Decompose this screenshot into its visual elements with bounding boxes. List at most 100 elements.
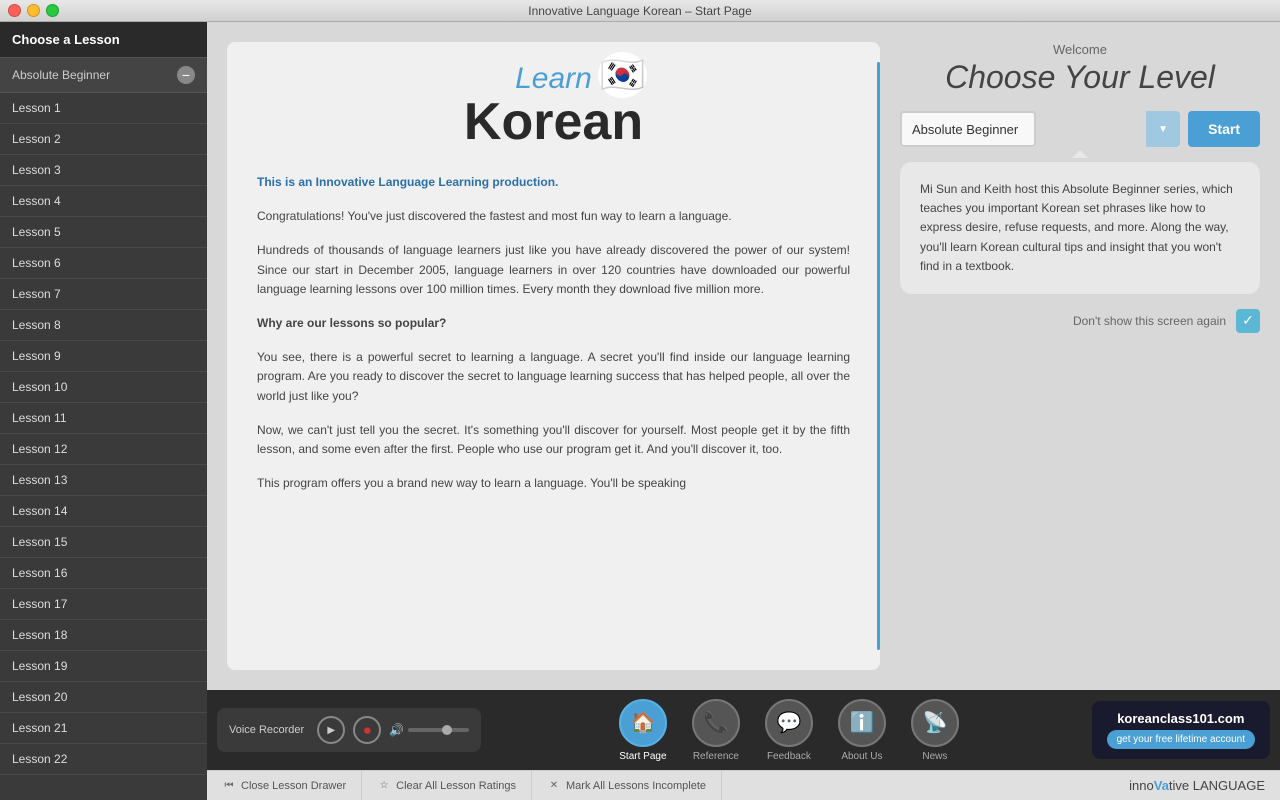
sidebar-level-row: Absolute Beginner bbox=[0, 58, 207, 93]
welcome-section: Welcome Choose Your Level bbox=[900, 42, 1260, 96]
nav-about-us-icon: ℹ️ bbox=[838, 699, 886, 747]
sidebar-lesson-2[interactable]: Lesson 2 bbox=[0, 124, 207, 155]
nav-icons: 🏠 Start Page 📞 Reference 💬 Feedback ℹ️ About Us… bbox=[496, 694, 1081, 767]
status-mark-incomplete-icon: ✕ bbox=[547, 779, 561, 793]
dont-show-checkbox[interactable] bbox=[1236, 309, 1260, 333]
sidebar-lessons-list: Lesson 1Lesson 2Lesson 3Lesson 4Lesson 5… bbox=[0, 93, 207, 800]
popular-p2: Now, we can't just tell you the secret. … bbox=[257, 421, 850, 459]
nav-about-us-label: About Us bbox=[841, 751, 882, 762]
sidebar-lesson-11[interactable]: Lesson 11 bbox=[0, 403, 207, 434]
level-selector: Absolute Beginner Beginner Intermediate … bbox=[900, 111, 1260, 147]
logo-korean: Korean bbox=[464, 96, 643, 148]
logo-area: Learn 🇰🇷 Korean bbox=[257, 62, 850, 148]
sidebar-lesson-14[interactable]: Lesson 14 bbox=[0, 496, 207, 527]
popular-p3: This program offers you a brand new way … bbox=[257, 474, 850, 493]
sidebar-lesson-20[interactable]: Lesson 20 bbox=[0, 682, 207, 713]
section-title-popular: Why are our lessons so popular? bbox=[257, 314, 850, 333]
record-button[interactable] bbox=[353, 716, 381, 744]
status-close-drawer-icon: ⏮ bbox=[222, 779, 236, 793]
title-bar: Innovative Language Korean – Start Page bbox=[0, 0, 1280, 22]
slider-track bbox=[408, 728, 469, 732]
nav-feedback[interactable]: 💬 Feedback bbox=[755, 694, 823, 767]
start-button[interactable]: Start bbox=[1188, 111, 1260, 147]
nav-news[interactable]: 📡 News bbox=[901, 694, 969, 767]
nav-feedback-icon: 💬 bbox=[765, 699, 813, 747]
intro-p1: Congratulations! You've just discovered … bbox=[257, 207, 850, 226]
window-controls bbox=[8, 4, 59, 17]
sidebar-lesson-18[interactable]: Lesson 18 bbox=[0, 620, 207, 651]
sidebar-level-text: Absolute Beginner bbox=[12, 68, 110, 82]
status-clear-ratings[interactable]: ☆ Clear All Lesson Ratings bbox=[362, 771, 532, 800]
sidebar-lesson-12[interactable]: Lesson 12 bbox=[0, 434, 207, 465]
level-dropdown[interactable]: Absolute Beginner Beginner Intermediate … bbox=[900, 111, 1036, 147]
status-mark-incomplete-label: Mark All Lessons Incomplete bbox=[566, 780, 706, 792]
intro-highlight: This is an Innovative Language Learning … bbox=[257, 173, 850, 192]
sidebar-lesson-4[interactable]: Lesson 4 bbox=[0, 186, 207, 217]
nav-reference-label: Reference bbox=[693, 751, 739, 762]
status-mark-incomplete[interactable]: ✕ Mark All Lessons Incomplete bbox=[532, 771, 722, 800]
status-clear-ratings-icon: ☆ bbox=[377, 779, 391, 793]
speech-bubble: Mi Sun and Keith host this Absolute Begi… bbox=[900, 162, 1260, 294]
logo-learn: Learn bbox=[515, 62, 592, 96]
sidebar: Choose a Lesson Absolute Beginner Lesson… bbox=[0, 22, 207, 800]
sidebar-lesson-21[interactable]: Lesson 21 bbox=[0, 713, 207, 744]
nav-start-page-label: Start Page bbox=[619, 751, 666, 762]
status-bar: ⏮ Close Lesson Drawer ☆ Clear All Lesson Ra… bbox=[207, 770, 1280, 800]
dropdown-arrow-icon bbox=[1146, 111, 1180, 147]
bottom-toolbar: Voice Recorder 🔊 🏠 Start Page 📞 Reference 💬 F… bbox=[207, 690, 1280, 770]
left-panel: Learn 🇰🇷 Korean This is an Innovative La… bbox=[227, 42, 880, 670]
nav-start-page-icon: 🏠 bbox=[619, 699, 667, 747]
sidebar-lesson-15[interactable]: Lesson 15 bbox=[0, 527, 207, 558]
sidebar-lesson-13[interactable]: Lesson 13 bbox=[0, 465, 207, 496]
sidebar-header: Choose a Lesson bbox=[0, 22, 207, 58]
choose-level-title: Choose Your Level bbox=[900, 59, 1260, 96]
free-account-button[interactable]: get your free lifetime account bbox=[1107, 730, 1255, 749]
sidebar-lesson-6[interactable]: Lesson 6 bbox=[0, 248, 207, 279]
status-clear-ratings-label: Clear All Lesson Ratings bbox=[396, 780, 516, 792]
nav-news-label: News bbox=[922, 751, 947, 762]
sidebar-lesson-7[interactable]: Lesson 7 bbox=[0, 279, 207, 310]
main-window: Choose a Lesson Absolute Beginner Lesson… bbox=[0, 22, 1280, 800]
innov-logo: innoVative LANGUAGE bbox=[1129, 778, 1280, 793]
status-close-drawer-label: Close Lesson Drawer bbox=[241, 780, 346, 792]
sidebar-lesson-1[interactable]: Lesson 1 bbox=[0, 93, 207, 124]
sidebar-lesson-16[interactable]: Lesson 16 bbox=[0, 558, 207, 589]
window-title: Innovative Language Korean – Start Page bbox=[528, 4, 752, 18]
dont-show-label: Don't show this screen again bbox=[1073, 314, 1226, 328]
sidebar-lesson-10[interactable]: Lesson 10 bbox=[0, 372, 207, 403]
branding-title: koreanclass101.com bbox=[1107, 711, 1255, 726]
sidebar-lesson-17[interactable]: Lesson 17 bbox=[0, 589, 207, 620]
sidebar-lesson-19[interactable]: Lesson 19 bbox=[0, 651, 207, 682]
status-close-drawer[interactable]: ⏮ Close Lesson Drawer bbox=[207, 771, 362, 800]
sidebar-lesson-3[interactable]: Lesson 3 bbox=[0, 155, 207, 186]
collapse-level-button[interactable] bbox=[177, 66, 195, 84]
branding-section: koreanclass101.com get your free lifetim… bbox=[1092, 701, 1270, 759]
content-area: Learn 🇰🇷 Korean This is an Innovative La… bbox=[207, 22, 1280, 690]
nav-feedback-label: Feedback bbox=[767, 751, 811, 762]
blue-divider bbox=[877, 62, 880, 650]
nav-news-icon: 📡 bbox=[911, 699, 959, 747]
slider-thumb bbox=[442, 725, 452, 735]
voice-recorder-label: Voice Recorder bbox=[229, 724, 304, 736]
minimize-button[interactable] bbox=[27, 4, 40, 17]
sidebar-lesson-9[interactable]: Lesson 9 bbox=[0, 341, 207, 372]
dont-show-row: Don't show this screen again bbox=[900, 309, 1260, 333]
voice-recorder: Voice Recorder 🔊 bbox=[217, 708, 481, 752]
welcome-text: Welcome bbox=[900, 42, 1260, 57]
volume-slider[interactable]: 🔊 bbox=[389, 723, 469, 737]
maximize-button[interactable] bbox=[46, 4, 59, 17]
sidebar-lesson-8[interactable]: Lesson 8 bbox=[0, 310, 207, 341]
nav-start-page[interactable]: 🏠 Start Page bbox=[609, 694, 677, 767]
sidebar-lesson-22[interactable]: Lesson 22 bbox=[0, 744, 207, 775]
nav-reference[interactable]: 📞 Reference bbox=[682, 694, 750, 767]
volume-icon: 🔊 bbox=[389, 723, 404, 737]
intro-p2: Hundreds of thousands of language learne… bbox=[257, 241, 850, 299]
level-dropdown-wrapper: Absolute Beginner Beginner Intermediate … bbox=[900, 111, 1180, 147]
play-button[interactable] bbox=[317, 716, 345, 744]
nav-about-us[interactable]: ℹ️ About Us bbox=[828, 694, 896, 767]
main-content-area: Learn 🇰🇷 Korean This is an Innovative La… bbox=[207, 22, 1280, 800]
close-button[interactable] bbox=[8, 4, 21, 17]
nav-reference-icon: 📞 bbox=[692, 699, 740, 747]
sidebar-lesson-5[interactable]: Lesson 5 bbox=[0, 217, 207, 248]
popular-p1: You see, there is a powerful secret to l… bbox=[257, 348, 850, 406]
